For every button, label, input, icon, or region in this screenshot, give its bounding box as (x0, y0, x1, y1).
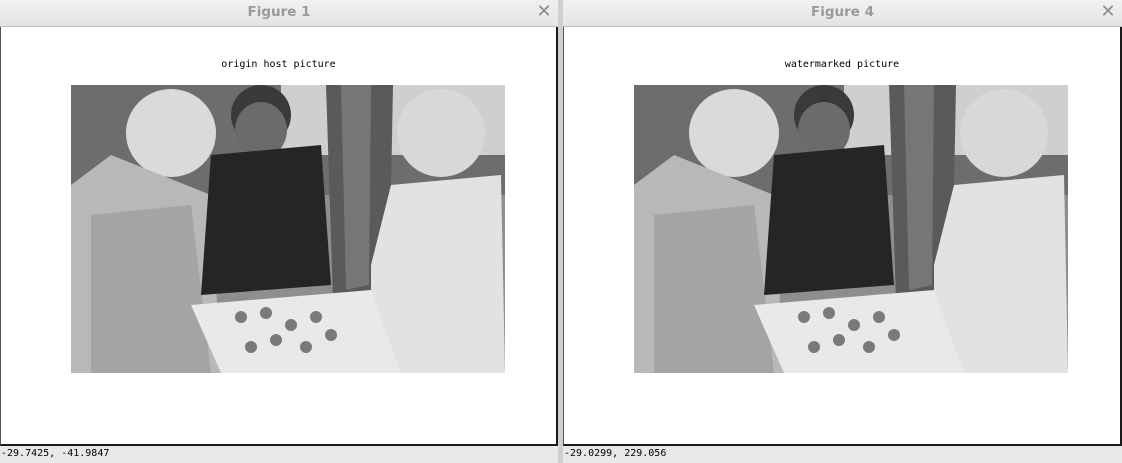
window-title: Figure 1 (247, 4, 311, 20)
titlebar[interactable]: Figure 4 ✕ (563, 0, 1122, 27)
axes-title: watermarked picture (784, 59, 900, 70)
close-icon[interactable]: ✕ (536, 1, 552, 23)
close-icon[interactable]: ✕ (1100, 1, 1116, 23)
figure-window-4: Figure 4 ✕ watermarked picture -29.0299,… (563, 0, 1122, 463)
axes-title: origin host picture (221, 59, 336, 70)
titlebar[interactable]: Figure 1 ✕ (0, 0, 558, 27)
status-bar: -29.0299, 229.056 (563, 446, 1122, 463)
cursor-coordinates: -29.7425, -41.9847 (1, 448, 110, 459)
host-image (71, 85, 505, 373)
figure-canvas[interactable]: origin host picture (0, 27, 558, 446)
status-bar: -29.7425, -41.9847 (0, 446, 558, 463)
window-title: Figure 4 (810, 4, 875, 20)
figure-window-1: Figure 1 ✕ origin host picture -29.7425,… (0, 0, 558, 463)
cursor-coordinates: -29.0299, 229.056 (564, 448, 667, 459)
watermarked-image (634, 85, 1068, 373)
figure-canvas[interactable]: watermarked picture (563, 27, 1122, 446)
